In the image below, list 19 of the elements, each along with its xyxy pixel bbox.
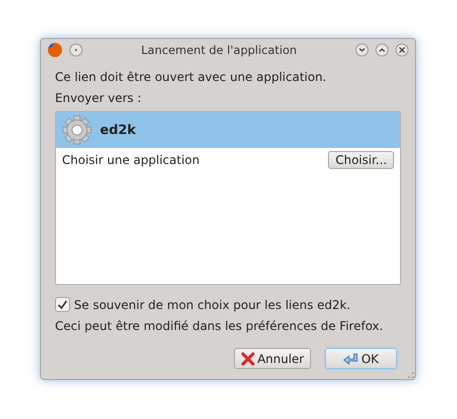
- window-title: Lancement de l'application: [140, 43, 298, 57]
- ok-button[interactable]: OK: [325, 348, 397, 369]
- close-icon[interactable]: [395, 43, 409, 57]
- return-arrow-icon: [343, 352, 360, 366]
- remember-checkbox[interactable]: [55, 297, 70, 312]
- message-text: Ce lien doit être ouvert avec une application.: [55, 69, 328, 86]
- cancel-button[interactable]: Annuler: [234, 348, 311, 369]
- minimize-icon[interactable]: [355, 43, 369, 57]
- remember-label[interactable]: Se souvenir de mon choix pour les liens ed2k.: [74, 298, 350, 312]
- send-to-label: Envoyer vers :: [55, 90, 142, 107]
- note-text: Ceci peut être modifié dans les préférences de Firefox.: [55, 318, 384, 335]
- maximize-icon[interactable]: [375, 43, 389, 57]
- cross-icon: [241, 352, 256, 366]
- firefox-icon: [47, 42, 63, 58]
- application-item[interactable]: ed2k: [56, 112, 400, 148]
- resize-grip-icon[interactable]: [407, 371, 415, 379]
- choose-application-item[interactable]: Choisir une application Choisir...: [56, 148, 400, 172]
- choose-button[interactable]: Choisir...: [328, 151, 394, 169]
- gear-icon: [62, 115, 92, 145]
